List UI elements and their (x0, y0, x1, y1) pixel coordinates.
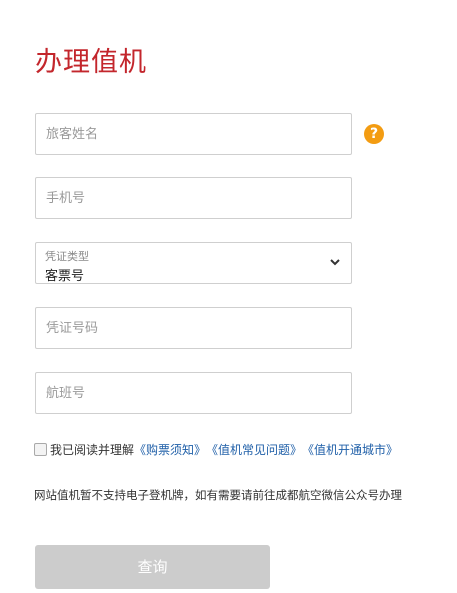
agreement-text: 我已阅读并理解 (50, 443, 135, 457)
agreement-row: 我已阅读并理解 《购票须知》 《值机常见问题》 《值机开通城市》 (34, 441, 398, 458)
id-number-input[interactable] (36, 308, 351, 348)
chevron-down-icon (330, 259, 340, 266)
page-title: 办理值机 (35, 47, 147, 79)
purchase-notice-link[interactable]: 《购票须知》 (134, 441, 206, 458)
checkin-faq-link[interactable]: 《值机常见问题》 (206, 441, 302, 458)
id-type-value: 客票号 (45, 269, 85, 284)
checkin-cities-link[interactable]: 《值机开通城市》 (302, 441, 398, 458)
passenger-name-input[interactable] (36, 114, 351, 154)
help-icon[interactable]: ? (364, 124, 384, 144)
flight-number-field[interactable] (35, 372, 352, 414)
notice-text: 网站值机暂不支持电子登机牌，如有需要请前往成都航空微信公众号办理 (34, 488, 402, 502)
id-number-field[interactable] (35, 307, 352, 349)
phone-field[interactable] (35, 177, 352, 219)
id-type-select[interactable]: 凭证类型 客票号 (35, 242, 352, 284)
query-button[interactable]: 查询 (35, 545, 270, 589)
flight-number-input[interactable] (36, 373, 351, 413)
phone-input[interactable] (36, 178, 351, 218)
agreement-checkbox[interactable] (34, 443, 47, 456)
id-type-label: 凭证类型 (45, 250, 89, 263)
passenger-name-field[interactable] (35, 113, 352, 155)
